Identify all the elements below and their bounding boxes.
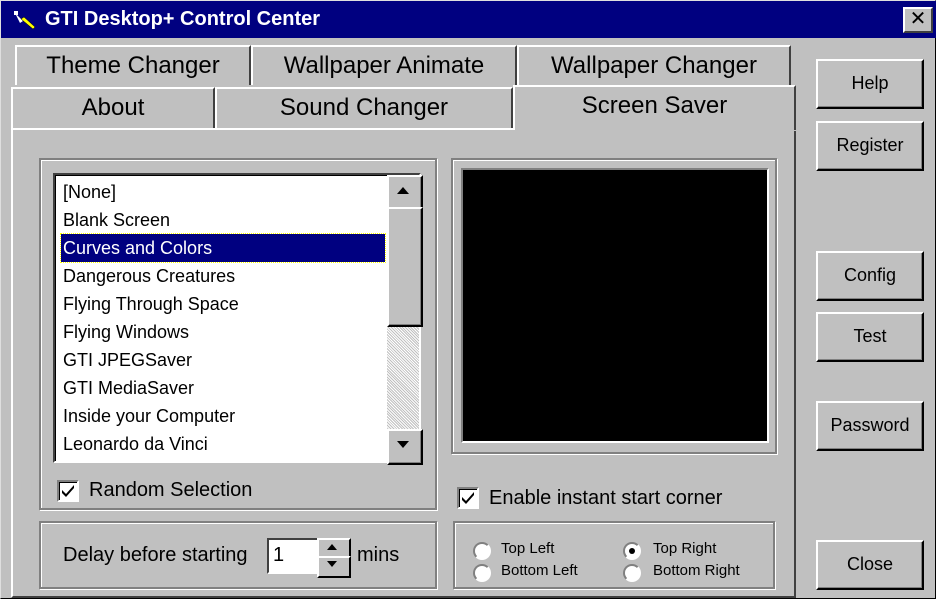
list-item[interactable]: Flying Through Space [61, 290, 239, 318]
title-bar[interactable]: GTI Desktop+ Control Center ✕ [1, 1, 936, 38]
list-item-selected[interactable]: Curves and Colors [60, 233, 386, 263]
random-selection-label[interactable]: Random Selection [89, 479, 252, 502]
close-window-button[interactable]: ✕ [903, 7, 933, 33]
screensaver-listbox[interactable]: [None] Blank Screen Curves and Colors Da… [53, 173, 421, 463]
help-button[interactable]: Help [816, 59, 924, 109]
list-item[interactable]: Dangerous Creatures [61, 262, 235, 290]
test-button[interactable]: Test [816, 312, 924, 362]
register-button[interactable]: Register [816, 121, 924, 171]
scroll-up-button[interactable] [387, 175, 423, 211]
arrow-up-icon [327, 544, 337, 550]
tab-label: Theme Changer [46, 52, 220, 79]
tab-sound-changer[interactable]: Sound Changer [215, 87, 513, 128]
tab-label: Screen Saver [581, 92, 728, 119]
close-icon: ✕ [909, 8, 927, 30]
tab-screen-saver[interactable]: Screen Saver [513, 85, 796, 130]
radio-top-right-label[interactable]: Top Right [653, 540, 716, 557]
password-button[interactable]: Password [816, 401, 924, 451]
tab-theme-changer[interactable]: Theme Changer [15, 45, 251, 85]
tab-wallpaper-changer[interactable]: Wallpaper Changer [517, 45, 791, 85]
list-item[interactable]: GTI MediaSaver [61, 374, 194, 402]
radio-top-right[interactable] [623, 542, 641, 560]
radio-bottom-left[interactable] [473, 564, 491, 582]
control-center-window: GTI Desktop+ Control Center ✕ Theme Chan… [0, 0, 936, 599]
radio-top-left-label[interactable]: Top Left [501, 540, 554, 557]
window-title: GTI Desktop+ Control Center [45, 8, 321, 30]
list-scrollbar[interactable] [387, 175, 423, 465]
instant-corner-checkbox[interactable] [457, 487, 479, 509]
list-item[interactable]: GTI JPEGSaver [61, 346, 192, 374]
tab-label: Wallpaper Animate [283, 52, 485, 79]
delay-spinner[interactable] [317, 538, 351, 578]
arrow-down-icon [397, 441, 409, 448]
list-item[interactable]: Blank Screen [61, 206, 170, 234]
app-icon [14, 11, 36, 30]
close-button[interactable]: Close [816, 540, 924, 590]
checkmark-icon [462, 492, 474, 504]
instant-corner-label[interactable]: Enable instant start corner [489, 487, 722, 510]
radio-top-left[interactable] [473, 542, 491, 560]
checkmark-icon [62, 485, 74, 497]
tab-label: Wallpaper Changer [551, 52, 757, 79]
radio-bottom-right-label[interactable]: Bottom Right [653, 562, 740, 579]
delay-label: Delay before starting [63, 544, 248, 566]
config-button[interactable]: Config [816, 251, 924, 301]
list-item[interactable]: Leonardo da Vinci [61, 430, 208, 458]
delay-input[interactable]: 1 [267, 538, 319, 574]
list-item[interactable]: [None] [61, 178, 116, 206]
radio-selected-dot [629, 548, 635, 554]
delay-unit-label: mins [357, 544, 400, 566]
arrow-down-icon [327, 561, 337, 567]
arrow-up-icon [397, 187, 409, 194]
screensaver-preview [461, 168, 769, 443]
radio-bottom-left-label[interactable]: Bottom Left [501, 562, 578, 579]
list-item[interactable]: Inside your Computer [61, 402, 235, 430]
list-item[interactable]: Flying Windows [61, 318, 189, 346]
tab-about[interactable]: About [11, 87, 215, 128]
scroll-thumb[interactable] [387, 207, 423, 327]
spin-down-button[interactable] [317, 556, 351, 578]
tab-label: About [81, 94, 145, 121]
tab-label: Sound Changer [279, 94, 449, 121]
random-selection-checkbox[interactable] [57, 480, 79, 502]
tab-wallpaper-animate[interactable]: Wallpaper Animate [251, 45, 517, 85]
scroll-down-button[interactable] [387, 429, 423, 465]
radio-bottom-right[interactable] [623, 564, 641, 582]
